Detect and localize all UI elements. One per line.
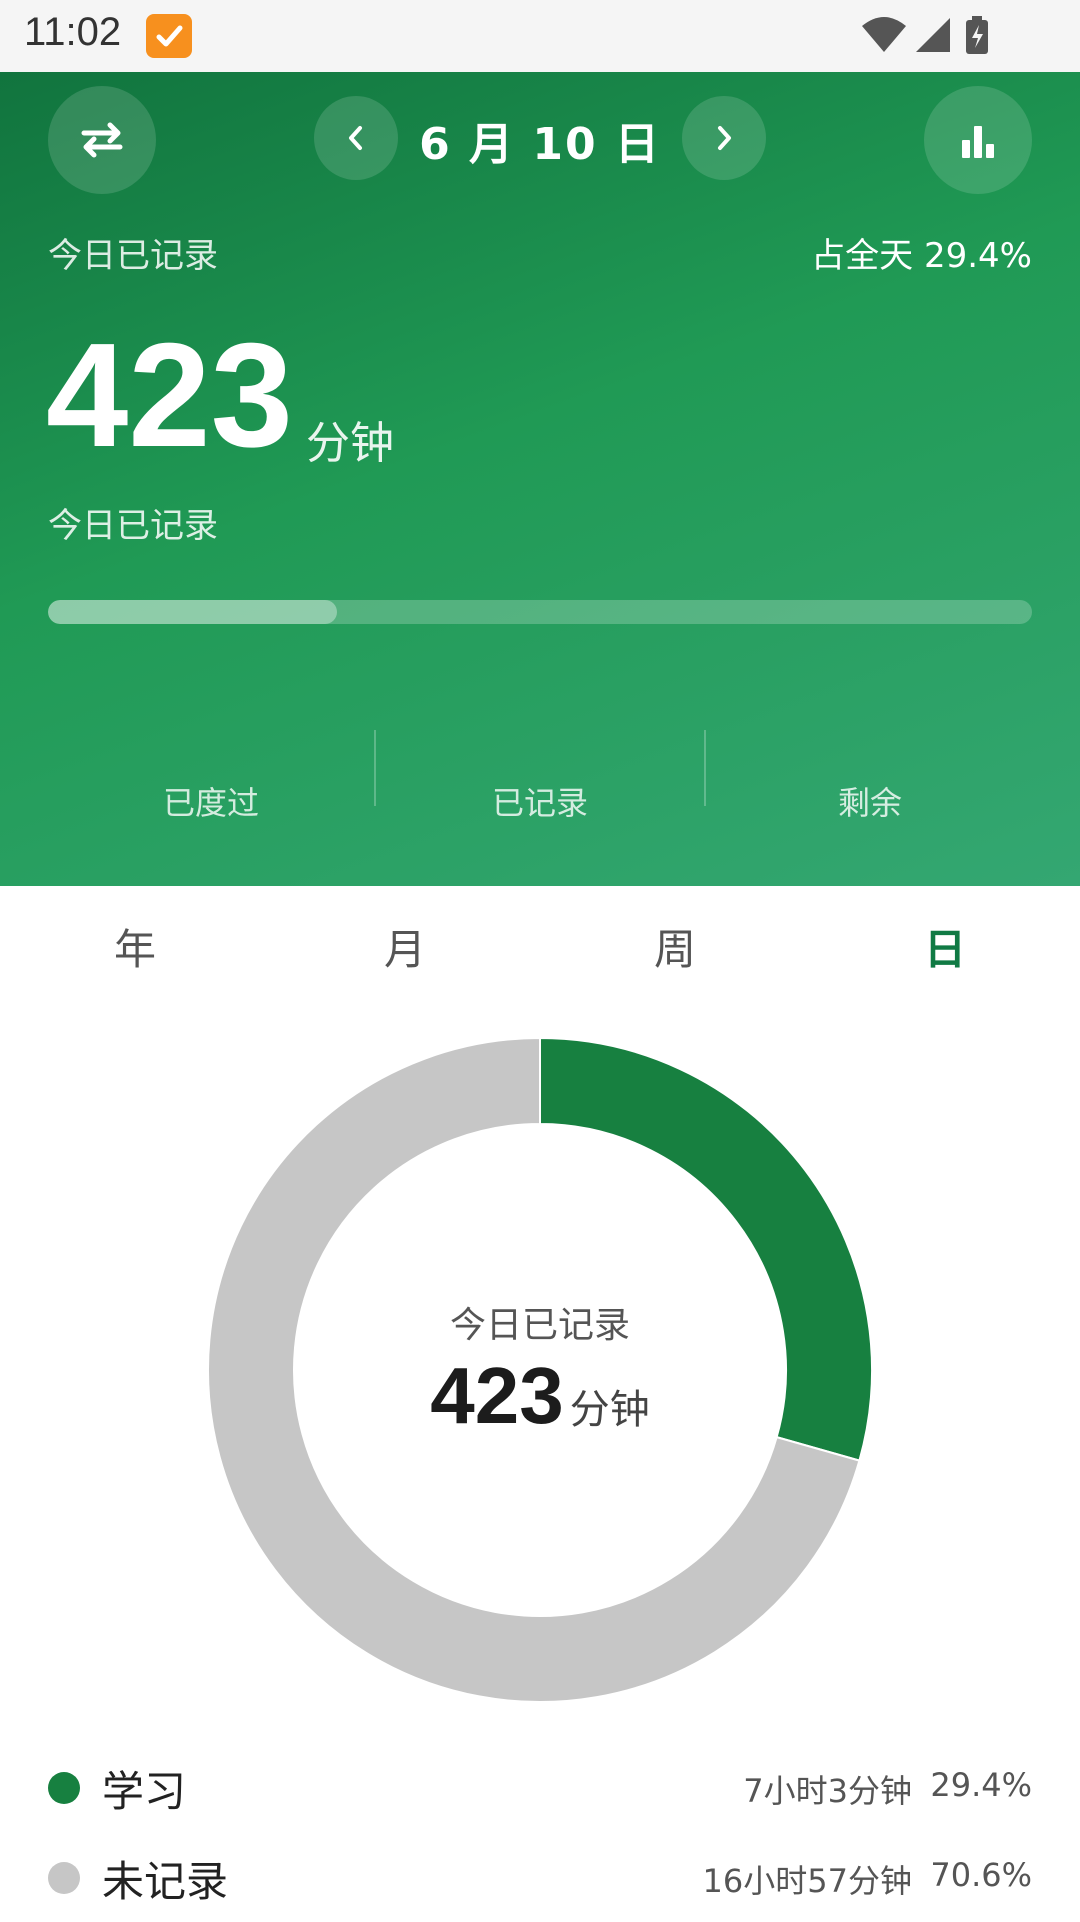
tab-month[interactable]: 月 bbox=[270, 916, 540, 977]
legend-percent: 70.6% bbox=[930, 1856, 1032, 1894]
date-title[interactable]: 6 月 10 日 bbox=[400, 108, 680, 172]
tab-week[interactable]: 周 bbox=[540, 916, 810, 977]
legend-dot bbox=[48, 1862, 80, 1894]
prev-day-button[interactable] bbox=[314, 96, 398, 180]
donut-center-value: 423 分钟 bbox=[340, 1350, 740, 1442]
day-progress-fill bbox=[48, 600, 338, 624]
donut-center-number: 423 bbox=[430, 1351, 564, 1440]
donut-center-label: 今日已记录 bbox=[449, 1305, 630, 1346]
legend-dot bbox=[48, 1772, 80, 1804]
period-tabs: 年 月 周 日 bbox=[0, 886, 1080, 996]
stat-elapsed-label: 已度过 bbox=[162, 784, 259, 822]
notification-app-icon bbox=[146, 14, 192, 58]
status-icons bbox=[860, 14, 1000, 58]
legend-duration: 7小时3分钟 bbox=[743, 1772, 912, 1810]
summary-header: 6 月 10 日 今日已记录 占全天 29.4% 423 分钟 今日已记录 已度… bbox=[0, 72, 1080, 886]
status-bar: 11:02 bbox=[0, 0, 1080, 72]
share-of-day: 占全天 29.4% bbox=[811, 236, 1032, 276]
recorded-label-bottom: 今日已记录 bbox=[48, 506, 218, 546]
stat-recorded-label: 已记录 bbox=[491, 784, 588, 822]
status-time: 11:02 bbox=[24, 10, 122, 54]
day-progress-bar bbox=[48, 600, 1032, 624]
legend-name: 未记录 bbox=[102, 1857, 229, 1906]
battery-charging-icon bbox=[966, 16, 988, 54]
swap-button[interactable] bbox=[48, 86, 156, 194]
next-day-button[interactable] bbox=[682, 96, 766, 180]
swap-icon bbox=[81, 122, 123, 158]
legend-name: 学习 bbox=[102, 1767, 187, 1816]
legend-percent: 29.4% bbox=[930, 1766, 1032, 1804]
stat-remaining-label: 剩余 bbox=[837, 784, 902, 822]
legend-item[interactable]: 未记录 16小时57分钟 70.6% bbox=[0, 1842, 1080, 1922]
tab-year[interactable]: 年 bbox=[0, 916, 270, 977]
donut-center-unit: 分钟 bbox=[569, 1387, 650, 1433]
bar-chart-icon bbox=[962, 126, 994, 158]
legend-item[interactable]: 学习 7小时3分钟 29.4% bbox=[0, 1752, 1080, 1832]
statistics-button[interactable] bbox=[924, 86, 1032, 194]
recorded-label-top: 今日已记录 bbox=[48, 236, 218, 276]
chevron-right-icon bbox=[718, 126, 731, 150]
wifi-icon bbox=[862, 17, 906, 52]
tab-day[interactable]: 日 bbox=[810, 916, 1080, 977]
total-minutes: 423 bbox=[46, 313, 293, 478]
legend-duration: 16小时57分钟 bbox=[702, 1862, 912, 1900]
signal-icon bbox=[916, 18, 950, 52]
total-minutes-unit: 分钟 bbox=[306, 418, 394, 469]
chevron-left-icon bbox=[349, 126, 362, 150]
